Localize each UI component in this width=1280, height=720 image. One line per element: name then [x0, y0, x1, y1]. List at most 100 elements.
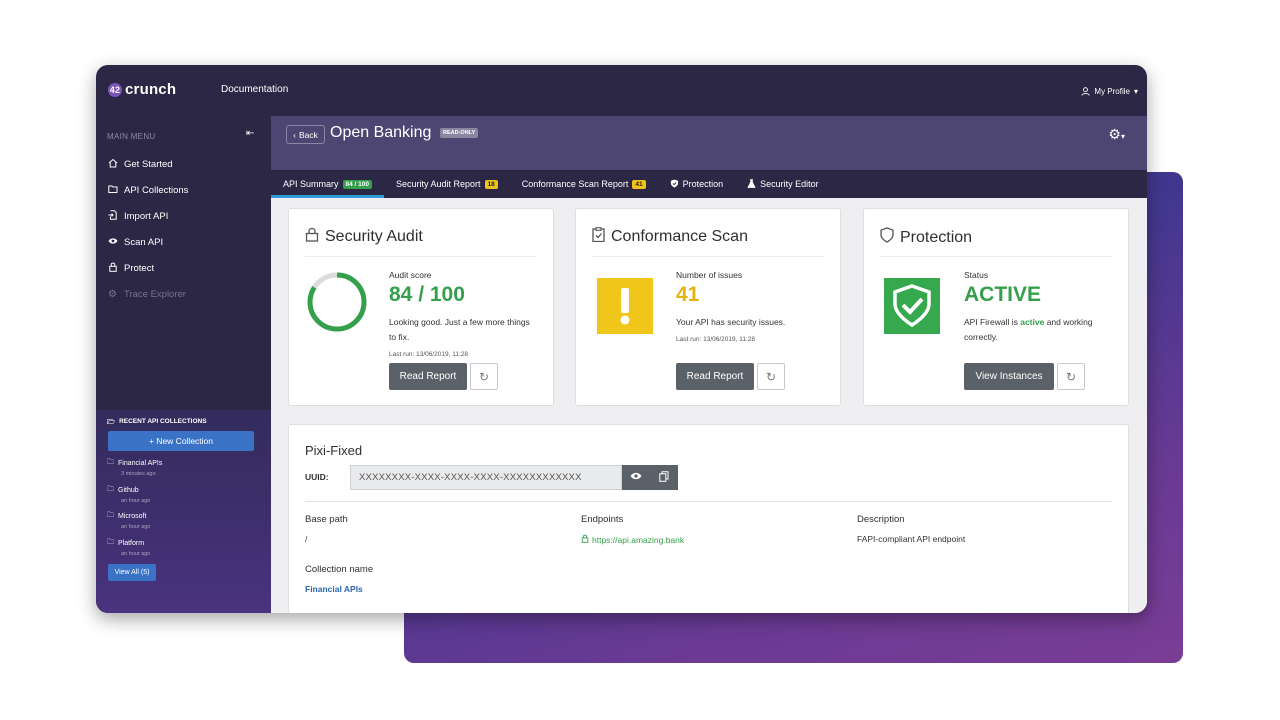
refresh-icon: ↻ — [765, 369, 777, 384]
gear-icon: ⚙ — [1108, 126, 1121, 142]
tab-api-summary[interactable]: API Summary 84 / 100 — [271, 170, 385, 198]
divider — [592, 256, 824, 257]
collection-time: 3 minutes ago — [121, 471, 156, 477]
list-item[interactable]: 🗀 Github an hour ago — [107, 485, 162, 512]
tab-label: Conformance Scan Report — [521, 179, 629, 189]
sidebar-item-api-collections[interactable]: API Collections — [107, 177, 188, 203]
view-all-button[interactable]: View All (5) — [108, 564, 156, 581]
read-report-button[interactable]: Read Report — [676, 363, 754, 390]
card-title: Protection — [880, 227, 972, 248]
tab-security-editor[interactable]: Security Editor — [735, 170, 831, 198]
list-item[interactable]: 🗀 Financial APIs 3 minutes ago — [107, 458, 162, 485]
sidebar-item-label: Get Started — [124, 158, 173, 170]
folder-icon: 🗀 — [107, 485, 114, 493]
logo-text: crunch — [125, 81, 177, 98]
card-title: Security Audit — [305, 227, 423, 247]
flask-icon — [747, 178, 756, 190]
audit-score-value: 84 / 100 — [389, 283, 465, 306]
tab-bar: API Summary 84 / 100 Security Audit Repo… — [271, 170, 1147, 198]
documentation-link[interactable]: Documentation — [221, 84, 288, 95]
caret-down-icon: ▾ — [1133, 87, 1138, 96]
read-only-badge: READ-ONLY — [440, 128, 479, 138]
endpoint-url: https://api.amazing.bank — [592, 534, 685, 545]
card-title-label: Security Audit — [325, 228, 423, 245]
issues-label: Number of issues — [676, 270, 743, 280]
crunch-logo-icon: 42 — [108, 82, 122, 97]
endpoint-link[interactable]: https://api.amazing.bank — [581, 534, 684, 545]
list-item[interactable]: 🗀 Platform an hour ago — [107, 538, 162, 565]
audit-description: Looking good. Just a few more things to … — [389, 317, 530, 342]
sidebar-item-label: Import API — [124, 210, 169, 222]
refresh-button[interactable]: ↻ — [757, 363, 785, 390]
score-badge: 84 / 100 — [342, 179, 373, 189]
collection-name: Github — [118, 486, 139, 494]
sidebar-item-scan-api[interactable]: Scan API — [107, 229, 188, 255]
shield-icon — [670, 178, 679, 190]
collection-time: an hour ago — [121, 497, 151, 504]
tab-security-audit-report[interactable]: Security Audit Report 18 — [384, 170, 510, 198]
api-name: Pixi-Fixed — [305, 443, 363, 458]
show-uuid-button[interactable] — [622, 465, 650, 490]
read-report-button[interactable]: Read Report — [389, 363, 467, 390]
folder-icon: 🗀 — [107, 459, 114, 466]
user-icon — [1081, 87, 1090, 96]
base-path-value: / — [305, 534, 308, 544]
security-audit-card: Security Audit Audit score 84 / 100 Look… — [288, 208, 554, 406]
recent-collections-panel: 🗁 RECENT API COLLECTIONS + New Collectio… — [96, 410, 271, 613]
description-label: Description — [857, 514, 905, 525]
copy-uuid-button[interactable] — [650, 465, 678, 490]
caret-down-icon: ▾ — [1120, 132, 1125, 141]
collection-name: Platform — [118, 539, 145, 547]
logo[interactable]: 42 crunch — [108, 81, 176, 98]
refresh-icon: ↻ — [1065, 369, 1077, 384]
uuid-field[interactable]: XXXXXXXX-XXXX-XXXX-XXXX-XXXXXXXXXXXX — [350, 465, 622, 490]
uuid-label: UUID: — [305, 472, 329, 482]
refresh-icon: ↻ — [478, 369, 490, 384]
eye-icon — [630, 470, 642, 485]
refresh-button[interactable]: ↻ — [470, 363, 498, 390]
tab-protection[interactable]: Protection — [658, 170, 736, 198]
card-title-label: Conformance Scan — [611, 228, 748, 245]
refresh-button[interactable]: ↻ — [1057, 363, 1085, 390]
view-instances-button[interactable]: View Instances — [964, 363, 1054, 390]
shield-check-icon — [884, 278, 940, 334]
card-title-label: Protection — [900, 228, 973, 246]
profile-menu[interactable]: My Profile ▾ — [1081, 87, 1138, 96]
issues-badge: 41 — [632, 179, 646, 189]
list-item[interactable]: 🗀 Microsoft an hour ago — [107, 511, 162, 538]
folder-icon: 🗀 — [107, 538, 114, 546]
recent-collections-label: RECENT API COLLECTIONS — [119, 418, 207, 425]
settings-menu[interactable]: ⚙▾ — [1108, 126, 1125, 143]
back-button[interactable]: ‹ Back — [286, 125, 325, 144]
collection-time: an hour ago — [121, 550, 151, 557]
divider — [305, 501, 1112, 502]
main-content: Security Audit Audit score 84 / 100 Look… — [271, 198, 1147, 613]
collection-name: Financial APIs — [118, 460, 163, 467]
warning-icon — [597, 278, 653, 334]
collapse-sidebar-icon[interactable]: ⇤ — [246, 128, 254, 139]
profile-label: My Profile — [1094, 87, 1130, 96]
protection-card: Protection Status ACTIVE API Firewall is… — [863, 208, 1129, 406]
new-collection-button[interactable]: + New Collection — [108, 431, 254, 451]
sidebar: MAIN MENU ⇤ Get Started API Collections … — [96, 116, 271, 613]
tab-label: Security Editor — [760, 179, 819, 189]
sidebar-item-label: API Collections — [124, 184, 189, 196]
status-label: Status — [964, 270, 989, 280]
back-label: Back — [298, 129, 318, 140]
collection-time: an hour ago — [121, 524, 151, 530]
eye-icon — [107, 236, 118, 249]
sidebar-item-trace-explorer[interactable]: ⚙ Trace Explorer — [107, 281, 188, 307]
page-title: Open Banking — [330, 124, 432, 141]
sidebar-item-protect[interactable]: Protect — [107, 255, 188, 281]
tab-conformance-scan-report[interactable]: Conformance Scan Report 41 — [510, 170, 658, 198]
collection-link[interactable]: Financial APIs — [305, 584, 363, 594]
sidebar-item-import-api[interactable]: Import API — [107, 203, 188, 229]
sidebar-item-label: Scan API — [124, 236, 164, 248]
sidebar-item-get-started[interactable]: Get Started — [107, 151, 188, 177]
clipboard-check-icon — [592, 227, 605, 247]
lock-icon — [581, 534, 589, 545]
api-details-card: Pixi-Fixed UUID: XXXXXXXX-XXXX-XXXX-XXXX… — [288, 424, 1129, 613]
audit-score-ring — [307, 272, 367, 332]
base-path-label: Base path — [305, 514, 348, 525]
sidebar-item-label: Trace Explorer — [124, 288, 186, 300]
